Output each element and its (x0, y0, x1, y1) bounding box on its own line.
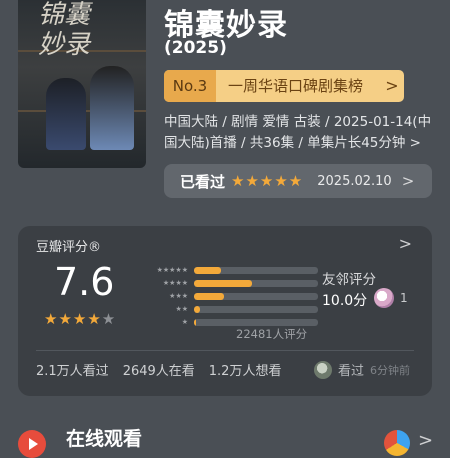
recent-label: 看过 (338, 364, 365, 379)
distribution-fill (194, 266, 222, 274)
watched-date: 2025.02.10 (317, 173, 392, 189)
platform-logo-icon[interactable] (384, 430, 410, 456)
stat-watched: 2.1万人看过 (36, 364, 109, 379)
distribution-stars: ★★★★ (162, 279, 188, 287)
poster-figure (46, 78, 86, 150)
online-watch-label: 在线观看 (66, 428, 143, 450)
chevron-right-icon: > (418, 430, 434, 451)
distribution-fill (194, 279, 253, 287)
distribution-row: ★★★★ (126, 277, 326, 289)
chevron-right-icon: > (401, 172, 415, 190)
distribution-track (194, 292, 318, 300)
avatar (314, 360, 332, 379)
friend-avatar[interactable] (374, 288, 394, 308)
distribution-stars: ★★★★★ (156, 266, 188, 274)
distribution-fill (194, 318, 197, 326)
chevron-right-icon: > (385, 76, 399, 95)
poster-calligraphy: 锦囊妙录 (38, 0, 91, 60)
friend-rating-label: 友邻评分 (322, 272, 376, 288)
poster-image[interactable]: 锦囊妙录 (18, 0, 146, 168)
friend-rating-score: 10.0分 (322, 293, 368, 309)
rating-count: 22481人评分 (236, 327, 308, 341)
watched-status-button[interactable]: 已看过 ★★★★★ 2025.02.10 > (164, 164, 432, 198)
poster-figure (90, 66, 134, 150)
stat-want: 1.2万人想看 (208, 364, 282, 379)
distribution-stars: ★ (181, 318, 188, 326)
rating-stars-empty: ★ (101, 310, 117, 328)
my-rating-stars: ★★★★★ (231, 172, 304, 190)
audience-stats: 2.1万人看过 2649人在看 1.2万人想看 (36, 360, 281, 379)
rating-distribution: ★★★★★ ★★★★ ★★★ ★★ ★ (126, 264, 326, 329)
distribution-track (194, 305, 318, 313)
divider (36, 350, 414, 351)
rank-label: 一周华语口碑剧集榜 (228, 77, 364, 95)
rank-number: No.3 (164, 70, 216, 102)
distribution-track (194, 266, 318, 274)
distribution-stars: ★★★ (169, 292, 188, 300)
distribution-row: ★★ (126, 303, 326, 315)
recent-activity[interactable]: 看过 6分钟前 (314, 360, 410, 379)
chevron-right-icon: > (398, 234, 412, 253)
rank-banner[interactable]: No.3 一周华语口碑剧集榜 > (164, 70, 404, 102)
friend-count: 1 (400, 291, 408, 305)
recent-time: 6分钟前 (370, 363, 411, 377)
rating-stars: ★★★★★ (44, 310, 116, 328)
distribution-fill (194, 292, 224, 300)
distribution-row: ★★★ (126, 290, 326, 302)
distribution-fill (194, 305, 201, 313)
distribution-row: ★★★★★ (126, 264, 326, 276)
distribution-track (194, 279, 318, 287)
show-meta[interactable]: 中国大陆 / 剧情 爱情 古装 / 2025-01-14(中国大陆)首播 / 共… (164, 112, 439, 154)
rating-stars-filled: ★★★★ (44, 310, 102, 328)
douban-rating-card[interactable]: 豆瓣评分® > 7.6 ★★★★★ ★★★★★ ★★★★ ★★★ ★★ ★ 22… (18, 226, 432, 396)
show-year: (2025) (164, 38, 227, 58)
rating-header: 豆瓣评分® (36, 240, 102, 255)
stat-watching: 2649人在看 (122, 364, 195, 379)
play-icon (18, 430, 46, 458)
distribution-track (194, 318, 318, 326)
rating-score: 7.6 (54, 260, 115, 304)
watched-label: 已看过 (180, 172, 226, 191)
distribution-stars: ★★ (175, 305, 188, 313)
